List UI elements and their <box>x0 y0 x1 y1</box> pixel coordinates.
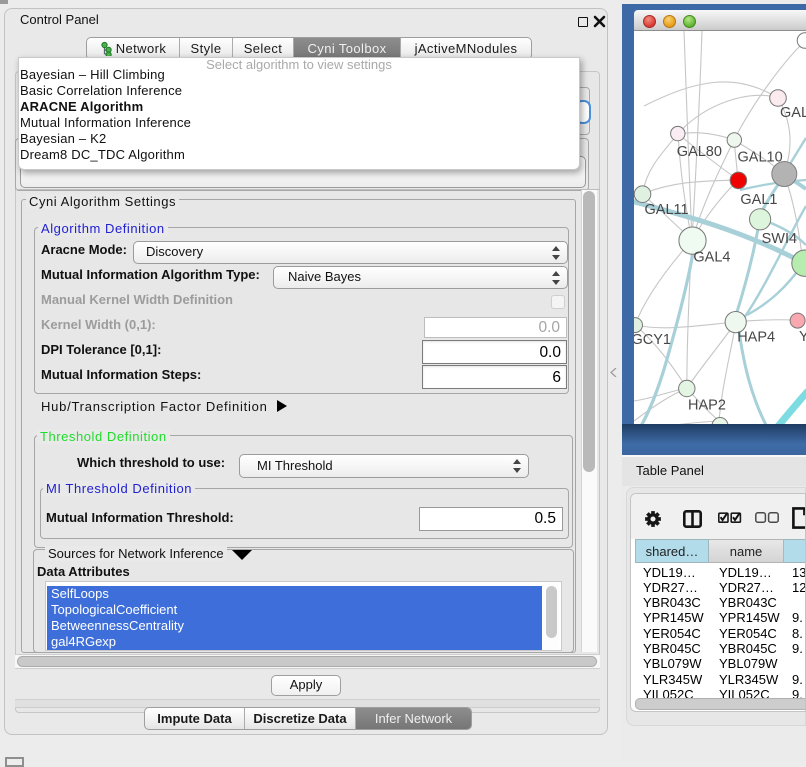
svg-text:GAL4: GAL4 <box>693 250 730 266</box>
svg-text:GAL80: GAL80 <box>677 144 722 160</box>
svg-text:GAL1: GAL1 <box>740 192 777 208</box>
svg-text:SWI4: SWI4 <box>762 231 797 247</box>
svg-text:GAL10: GAL10 <box>738 150 783 166</box>
svg-text:GAL2: GAL2 <box>780 105 806 121</box>
svg-text:HAP2: HAP2 <box>688 398 726 414</box>
svg-text:HAP4: HAP4 <box>737 330 775 346</box>
svg-text:GCY1: GCY1 <box>634 332 671 348</box>
svg-text:Y: Y <box>799 329 806 345</box>
svg-text:GAL11: GAL11 <box>645 202 689 218</box>
